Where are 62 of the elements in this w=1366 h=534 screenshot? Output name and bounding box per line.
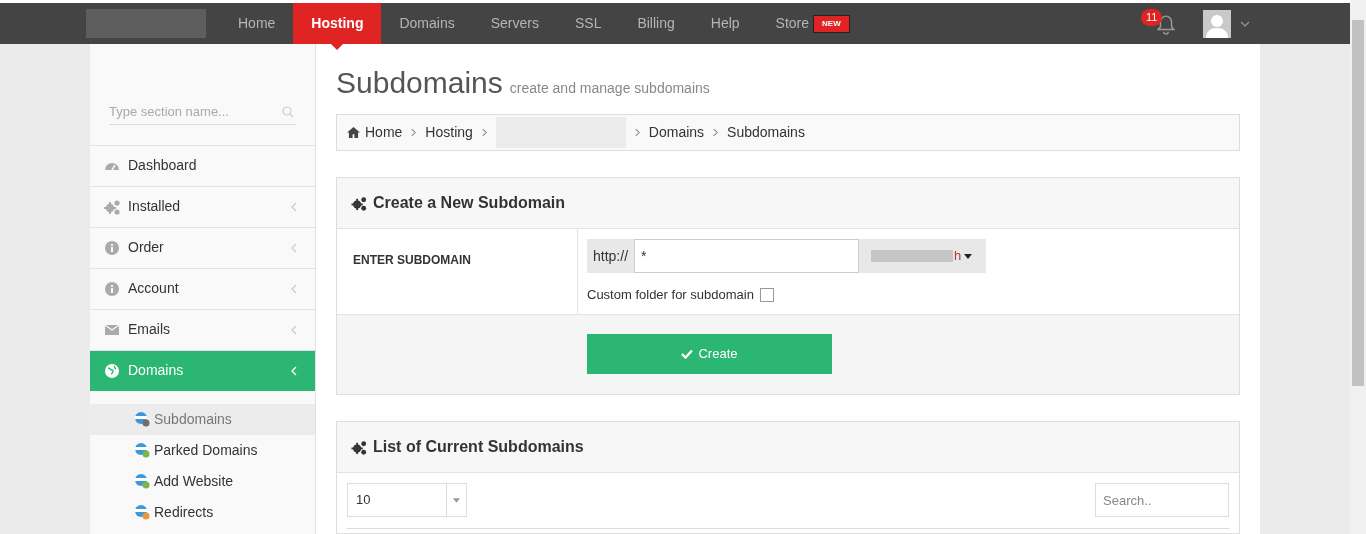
chevron-right-icon: [411, 128, 417, 137]
checkbox-label: Custom folder for subdomain: [587, 286, 754, 304]
scrollbar[interactable]: [1350, 0, 1366, 534]
notification-count: 11: [1141, 8, 1163, 26]
custom-folder-checkbox[interactable]: [759, 287, 774, 302]
caret-down-icon: [964, 253, 973, 259]
globe-icon: [104, 362, 120, 379]
bell-icon: [1157, 14, 1175, 35]
submenu-item[interactable]: Parked Domains: [90, 434, 315, 466]
submenu-item[interactable]: Add Website: [90, 465, 315, 497]
page-title: Subdomains: [336, 66, 503, 100]
nav-link[interactable]: Help: [692, 3, 758, 44]
subdomain-input[interactable]: *: [634, 239, 860, 273]
nav-link[interactable]: Domains: [381, 3, 473, 44]
breadcrumb-link[interactable]: Subdomains: [727, 122, 805, 143]
nav-link[interactable]: SSL: [556, 3, 620, 44]
panel-title: List of Current Subdomains: [373, 437, 584, 457]
chevron-right-icon: [481, 128, 487, 137]
sidebar-item[interactable]: Dashboard: [90, 144, 315, 186]
breadcrumb-link[interactable]: Home: [365, 122, 403, 143]
page-subtitle: create and manage subdomains: [509, 79, 710, 98]
globe-badge-icon: [134, 504, 150, 520]
url-prefix: http://: [587, 239, 635, 273]
domain-dropdown[interactable]: h: [859, 239, 987, 273]
search-field[interactable]: Search..: [1095, 483, 1229, 517]
search-icon: [282, 106, 294, 118]
globe-badge-icon: [134, 473, 150, 489]
page-size-select[interactable]: 10: [347, 483, 467, 517]
sidebar-item[interactable]: Emails: [90, 308, 315, 350]
chevron-left-icon: [291, 283, 297, 294]
gears-icon: [351, 439, 367, 455]
avatar-icon: [1203, 9, 1231, 38]
info-icon: [104, 280, 120, 297]
sidebar-item[interactable]: Order: [90, 226, 315, 268]
chevron-right-icon: [713, 128, 719, 137]
gears-icon: [351, 195, 367, 211]
chevron-down-icon: [1240, 20, 1250, 27]
info-icon: [104, 239, 120, 256]
chevron-right-icon: [634, 128, 640, 137]
section-search-field[interactable]: Type section name...: [109, 99, 296, 125]
globe-badge-icon: [134, 411, 150, 427]
nav-link[interactable]: Servers: [472, 3, 557, 44]
chevron-left-icon: [291, 201, 297, 212]
chevron-left-icon: [291, 365, 297, 376]
new-badge: NEW: [813, 14, 850, 33]
breadcrumb-link[interactable]: Domains: [648, 122, 705, 143]
field-label: ENTER SUBDOMAIN: [353, 253, 471, 267]
sidebar-item[interactable]: Account: [90, 267, 315, 309]
breadcrumb-link[interactable]: Hosting: [425, 122, 473, 143]
nav-link[interactable]: Home: [220, 3, 294, 44]
submenu-item[interactable]: Redirects: [90, 496, 315, 528]
nav-link[interactable]: Billing: [619, 3, 693, 44]
globe-badge-icon: [134, 442, 150, 458]
submenu-item[interactable]: Subdomains: [90, 403, 315, 435]
caret-down-icon: [453, 497, 460, 503]
check-icon: [681, 349, 694, 359]
chevron-left-icon: [291, 242, 297, 253]
panel-title: Create a New Subdomain: [373, 193, 566, 213]
home-icon: [347, 127, 360, 138]
chevron-left-icon: [291, 324, 297, 335]
sidebar-item[interactable]: Installed: [90, 185, 315, 227]
gears-icon: [104, 198, 120, 215]
